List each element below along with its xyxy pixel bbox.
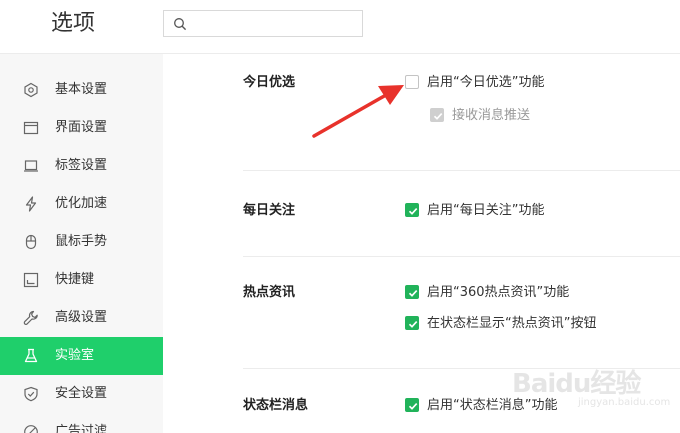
sidebar-item-label: 界面设置 (55, 120, 108, 135)
settings-hexagon-icon (24, 82, 38, 98)
statusbar-messages-checkbox[interactable] (405, 398, 419, 412)
daily-follow-checkbox[interactable] (405, 203, 419, 217)
check-icon (408, 321, 418, 328)
check-icon (408, 208, 418, 215)
option-label: 在状态栏显示“热点资讯”按钮 (427, 316, 597, 331)
wrench-icon (23, 310, 38, 325)
sidebar-item-label: 基本设置 (55, 82, 108, 97)
sidebar: 基本设置 界面设置 标签设置 优化加速 鼠标手势 快捷键 高级设置 实验室 安全… (0, 54, 163, 433)
daily-follow-enable-option[interactable]: 启用“每日关注”功能 (405, 202, 605, 220)
header: 选项 (0, 0, 680, 54)
divider (243, 256, 680, 257)
lightning-icon (25, 196, 37, 212)
option-label: 接收消息推送 (452, 108, 531, 123)
receive-push-option: 接收消息推送 (430, 107, 580, 125)
sidebar-item-label: 实验室 (55, 348, 95, 363)
section-title-today-picks: 今日优选 (243, 75, 296, 90)
sidebar-item-label: 高级设置 (55, 310, 108, 325)
check-icon (408, 290, 418, 297)
sidebar-item-label: 标签设置 (55, 158, 108, 173)
receive-push-checkbox (430, 108, 444, 122)
mouse-icon (25, 234, 37, 250)
sidebar-item-advanced[interactable]: 高级设置 (0, 299, 163, 337)
sidebar-item-label: 鼠标手势 (55, 234, 108, 249)
section-title-hot-news: 热点资讯 (243, 285, 296, 300)
check-icon (408, 403, 418, 410)
sidebar-item-tab-settings[interactable]: 标签设置 (0, 147, 163, 185)
today-picks-enable-option[interactable]: 启用“今日优选”功能 (405, 74, 605, 92)
tab-icon (24, 160, 38, 172)
section-title-daily-follow: 每日关注 (243, 203, 296, 218)
sidebar-item-label: 快捷键 (55, 272, 95, 287)
shield-icon (24, 386, 38, 402)
sidebar-item-shortcuts[interactable]: 快捷键 (0, 261, 163, 299)
sidebar-item-ad-filter[interactable]: 广告过滤 (0, 413, 163, 433)
flask-icon (24, 348, 38, 363)
sidebar-item-basic-settings[interactable]: 基本设置 (0, 71, 163, 109)
option-label: 启用“360热点资讯”功能 (427, 285, 570, 300)
page-title: 选项 (51, 11, 96, 36)
search-icon (174, 18, 187, 31)
sidebar-item-mouse-gesture[interactable]: 鼠标手势 (0, 223, 163, 261)
sidebar-item-lab[interactable]: 实验室 (0, 337, 163, 375)
option-label: 启用“每日关注”功能 (427, 203, 545, 218)
hot-news-checkbox[interactable] (405, 285, 419, 299)
window-icon (23, 121, 39, 135)
section-title-statusbar-messages: 状态栏消息 (243, 398, 309, 413)
sidebar-item-label: 安全设置 (55, 386, 108, 401)
sidebar-item-label: 广告过滤 (55, 424, 108, 433)
options-window: 选项 基本设置 界面设置 标签设置 优化加速 鼠标手势 快捷键 高级设置 实验室… (0, 0, 680, 433)
hot-news-statusbar-checkbox[interactable] (405, 316, 419, 330)
option-label: 启用“今日优选”功能 (427, 75, 545, 90)
search-input[interactable] (192, 13, 358, 34)
sidebar-item-label: 优化加速 (55, 196, 108, 211)
sidebar-item-optimize[interactable]: 优化加速 (0, 185, 163, 223)
divider (243, 170, 680, 171)
annotation-arrow-icon (312, 85, 404, 138)
block-icon (24, 425, 38, 433)
sidebar-item-ui-settings[interactable]: 界面设置 (0, 109, 163, 147)
check-icon (433, 113, 443, 120)
hot-news-enable-option[interactable]: 启用“360热点资讯”功能 (405, 284, 635, 302)
sidebar-item-security[interactable]: 安全设置 (0, 375, 163, 413)
watermark-subtext: jingyan.baidu.com (578, 397, 671, 408)
keyboard-icon (23, 272, 39, 288)
watermark: Baidu经验 jingyan.baidu.com (500, 355, 670, 415)
search-box[interactable] (163, 10, 363, 37)
hot-news-statusbar-button-option[interactable]: 在状态栏显示“热点资讯”按钮 (405, 315, 665, 333)
watermark-text: Baidu经验 (512, 369, 641, 399)
